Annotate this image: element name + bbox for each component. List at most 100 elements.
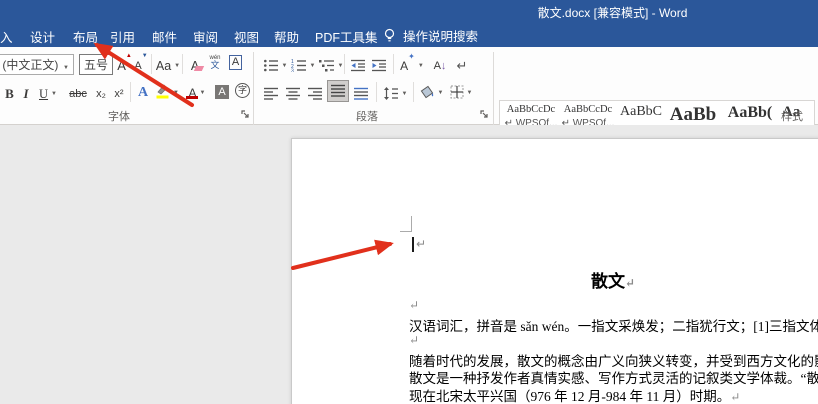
bold-button[interactable]: B — [2, 81, 17, 102]
chevron-down-icon: ▼ — [437, 89, 444, 96]
sparkle-icon: ✦ — [408, 52, 415, 61]
lightbulb-icon — [384, 28, 395, 42]
word-window: 散文.docx [兼容模式] - Word 入 设计 布局 引用 邮件 审阅 视… — [0, 0, 818, 404]
doc-line: ↵ — [409, 297, 818, 315]
tab-insert-partial[interactable]: 入 — [0, 27, 13, 46]
chevron-down-icon: ▼ — [337, 62, 344, 69]
chevron-down-icon: ▼ — [281, 62, 288, 69]
borders-button[interactable]: ▼ — [447, 80, 475, 101]
numbering-button[interactable]: 123 ▼ — [289, 53, 317, 74]
character-shading-button[interactable]: A — [212, 80, 232, 101]
chevron-down-icon: ▼ — [51, 90, 57, 97]
paragraph-mark: ↵ — [416, 237, 427, 251]
eraser-icon — [193, 66, 205, 71]
sort-button[interactable]: A ↓ — [429, 53, 451, 74]
tab-pdf-tools[interactable]: PDF工具集 — [315, 27, 378, 46]
divider — [376, 82, 377, 102]
show-hide-marks-button[interactable]: ↵ — [453, 53, 471, 74]
font-color-button[interactable]: A ▼ — [183, 80, 211, 101]
decrease-indent-button[interactable] — [348, 53, 368, 74]
italic-button[interactable]: I — [20, 81, 32, 102]
styles-group-label: 样式 — [781, 111, 803, 123]
justify-button[interactable] — [327, 80, 349, 102]
tab-help[interactable]: 帮助 — [274, 27, 299, 46]
doc-line: 汉语词汇，拼音是 sǎn wén。一指文采焕发；二指犹行文；[1]三指文体名。↵ — [409, 318, 818, 334]
chevron-down-icon: ▼ — [401, 90, 408, 97]
chevron-down-icon: ▼ — [199, 89, 206, 96]
tab-layout[interactable]: 布局 — [73, 27, 98, 46]
tab-review[interactable]: 审阅 — [193, 27, 218, 46]
subscript-button[interactable]: x₂ — [93, 81, 109, 102]
change-case-button[interactable]: Aa ▼ — [155, 53, 181, 74]
ribbon: 宋体 (中文正文)▼ 五号▼ A▲ A▼ Aa▼ A wén 文 A — [0, 47, 818, 160]
ribbon-tab-row: 入 设计 布局 引用 邮件 审阅 视图 帮助 PDF工具集 操作说明搜索 — [0, 22, 818, 47]
divider — [393, 54, 394, 74]
sort-arrow-icon: ↓ — [440, 60, 447, 72]
title-bar: 散文.docx [兼容模式] - Word — [0, 0, 818, 22]
phonetic-icon: wén 文 — [209, 55, 221, 70]
document-page[interactable]: ↵ 散文↵ ↵ 汉语词汇，拼音是 sǎn wén。一指文采焕发；二指犹行文；[1… — [291, 138, 818, 404]
multilevel-list-button[interactable]: ▼ — [317, 53, 345, 74]
margin-crop-mark-vertical — [411, 216, 412, 232]
asian-layout-button[interactable]: A ✦ ▼ — [397, 53, 427, 74]
superscript-button[interactable]: x² — [111, 81, 127, 102]
highlighter-icon — [156, 84, 169, 99]
divider — [182, 54, 183, 74]
distribute-button[interactable] — [351, 81, 371, 102]
font-dialog-launcher-icon[interactable] — [240, 109, 251, 120]
justify-icon — [331, 84, 345, 97]
divider — [151, 54, 152, 74]
align-right-icon — [308, 87, 322, 100]
paragraph-mark: ↵ — [624, 276, 636, 290]
indent-icon — [372, 59, 386, 72]
chevron-down-icon: ▼ — [173, 89, 179, 96]
tab-references[interactable]: 引用 — [110, 27, 135, 46]
paragraph-group-label: 段落 — [356, 111, 378, 123]
align-left-icon — [264, 87, 278, 100]
margin-crop-mark-horizontal — [400, 231, 411, 232]
shading-button[interactable]: ▼ — [417, 80, 445, 101]
doc-heading: 散文↵ — [590, 272, 636, 291]
tab-design[interactable]: 设计 — [30, 27, 55, 46]
chevron-down-icon: ▼ — [309, 62, 316, 69]
shrink-font-button[interactable]: A ▼ — [134, 53, 148, 74]
enclose-characters-button[interactable]: 字 — [233, 79, 252, 100]
chevron-down-icon: ▼ — [417, 62, 424, 69]
borders-grid-icon — [450, 85, 464, 99]
align-center-icon — [286, 87, 300, 100]
divider — [344, 54, 345, 74]
search-label: 操作说明搜索 — [403, 30, 479, 44]
font-size-combo[interactable]: 五号▼ — [79, 54, 113, 75]
clear-formatting-button[interactable]: A — [186, 53, 205, 74]
paragraph-mark: ↵ — [409, 333, 420, 347]
outdent-icon — [351, 59, 365, 72]
underline-button[interactable]: U ▼ — [35, 81, 61, 102]
tab-view[interactable]: 视图 — [234, 27, 259, 46]
increase-indent-button[interactable] — [369, 53, 389, 74]
align-right-button[interactable] — [305, 81, 325, 102]
chevron-down-icon: ▼ — [174, 62, 181, 69]
strikethrough-button[interactable]: abc — [66, 81, 90, 102]
paint-bucket-icon — [420, 85, 433, 99]
doc-line: 现在北宋太平兴国（976 年 12 月-984 年 11 月）时期。↵ — [409, 388, 741, 404]
text-effects-button[interactable]: A — [134, 81, 152, 102]
tell-me-search[interactable]: 操作说明搜索 — [383, 26, 478, 45]
highlight-color-button[interactable]: ▼ — [153, 80, 181, 101]
divider — [413, 82, 414, 102]
chevron-down-icon: ▼ — [63, 64, 69, 71]
align-left-button[interactable] — [261, 81, 281, 102]
bullets-button[interactable]: ▼ — [261, 53, 289, 74]
numbered-list-icon: 123 — [291, 59, 306, 72]
paragraph-dialog-launcher-icon[interactable] — [479, 109, 490, 120]
font-name-combo[interactable]: 宋体 (中文正文)▼ — [0, 54, 74, 75]
line-spacing-button[interactable]: ▼ — [380, 81, 410, 102]
bullet-list-icon — [263, 59, 278, 72]
character-border-button[interactable]: A — [226, 52, 245, 73]
phonetic-guide-button[interactable]: wén 文 — [206, 51, 224, 72]
chevron-down-icon: ▼ — [108, 65, 112, 71]
doc-line: 随着时代的发展，散文的概念由广义向狭义转变，并受到西方文化的影响。↵ — [409, 353, 818, 369]
align-center-button[interactable] — [283, 81, 303, 102]
grow-font-button[interactable]: A ▲ — [117, 53, 132, 74]
doc-line: ↵ — [409, 332, 818, 350]
tab-mailings[interactable]: 邮件 — [152, 27, 177, 46]
